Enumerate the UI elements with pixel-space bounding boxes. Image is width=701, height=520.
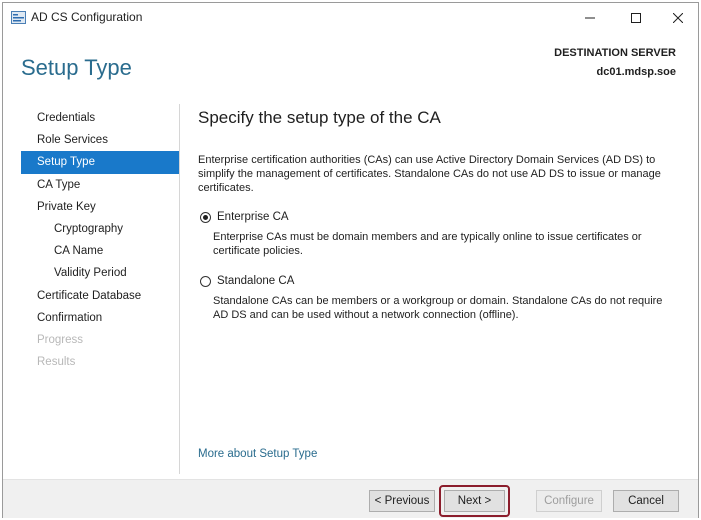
- page-title: Setup Type: [21, 55, 132, 80]
- nav-item-private-key[interactable]: Private Key: [21, 196, 179, 218]
- enterprise-ca-radio[interactable]: Enterprise CA: [200, 211, 289, 223]
- nav-item-confirmation[interactable]: Confirmation: [21, 307, 179, 329]
- wizard-footer: < Previous Next > Configure Cancel: [3, 479, 698, 518]
- close-icon: [673, 13, 683, 23]
- nav-item-role-services[interactable]: Role Services: [21, 129, 179, 151]
- nav-item-ca-type[interactable]: CA Type: [21, 174, 179, 196]
- nav-item-validity-period[interactable]: Validity Period: [21, 262, 179, 284]
- configure-button: Configure: [536, 490, 602, 512]
- content-pane: Specify the setup type of the CA Enterpr…: [198, 105, 678, 460]
- nav-item-ca-name[interactable]: CA Name: [21, 240, 179, 262]
- content-heading: Specify the setup type of the CA: [198, 108, 441, 127]
- standalone-ca-radio[interactable]: Standalone CA: [200, 275, 294, 287]
- wizard-header: Setup Type DESTINATION SERVER dc01.mdsp.…: [3, 33, 698, 96]
- window-title: AD CS Configuration: [31, 10, 143, 24]
- server-manager-icon: [11, 11, 26, 24]
- minimize-button[interactable]: [568, 3, 612, 33]
- enterprise-ca-label[interactable]: Enterprise CA: [217, 211, 289, 223]
- standalone-ca-label[interactable]: Standalone CA: [217, 275, 294, 287]
- nav-item-certificate-database[interactable]: Certificate Database: [21, 285, 179, 307]
- nav-item-progress: Progress: [37, 333, 84, 346]
- wizard-nav: Credentials Role Services Setup Type CA …: [21, 107, 179, 373]
- nav-item-setup-type[interactable]: Setup Type: [21, 151, 179, 174]
- standalone-ca-description: Standalone CAs can be members or a workg…: [213, 295, 663, 321]
- more-about-setup-type-link[interactable]: More about Setup Type: [198, 448, 317, 460]
- enterprise-ca-description: Enterprise CAs must be domain members an…: [213, 231, 642, 257]
- close-button[interactable]: [656, 3, 700, 33]
- nav-item-cryptography[interactable]: Cryptography: [21, 218, 179, 240]
- content-description: Enterprise certification authorities (CA…: [198, 154, 661, 194]
- next-button[interactable]: Next >: [444, 490, 505, 512]
- ad-cs-configuration-window: AD CS Configuration Setup Type DESTINATI…: [2, 2, 699, 518]
- radio-unchecked-icon[interactable]: [200, 275, 211, 287]
- radio-checked-icon[interactable]: [200, 211, 211, 223]
- destination-server-name: dc01.mdsp.soe: [596, 66, 676, 78]
- nav-item-credentials[interactable]: Credentials: [21, 107, 179, 129]
- previous-button[interactable]: < Previous: [369, 490, 435, 512]
- nav-divider: [179, 104, 180, 474]
- maximize-icon: [631, 13, 641, 23]
- destination-server-label: DESTINATION SERVER: [554, 47, 676, 59]
- maximize-button[interactable]: [614, 3, 658, 33]
- nav-item-results: Results: [37, 356, 76, 369]
- minimize-icon: [585, 17, 595, 19]
- title-bar: AD CS Configuration: [3, 3, 698, 33]
- cancel-button[interactable]: Cancel: [613, 490, 679, 512]
